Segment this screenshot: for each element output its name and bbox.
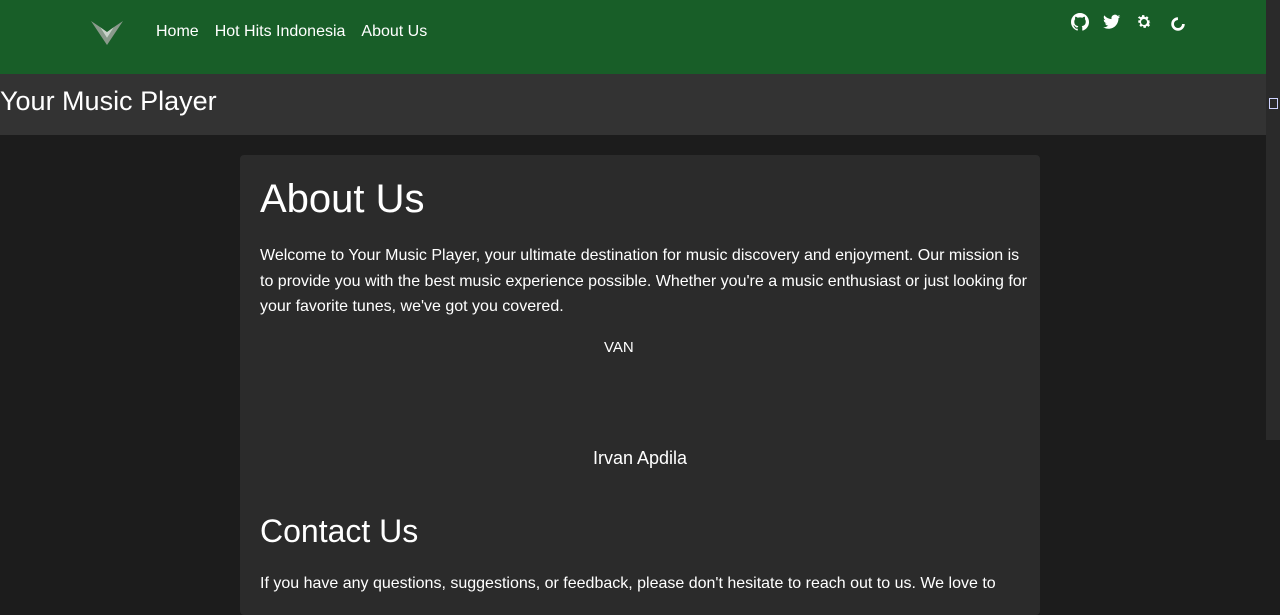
twitter-icon[interactable] xyxy=(1103,13,1121,31)
page-header: Your Music Player xyxy=(0,74,1266,135)
contact-heading: Contact Us xyxy=(260,513,419,549)
missing-glyph-icon xyxy=(1269,98,1278,109)
about-paragraph: Welcome to Your Music Player, your ultim… xyxy=(260,247,1027,315)
nav-link-home[interactable]: Home xyxy=(156,22,199,42)
contact-paragraph: If you have any questions, suggestions, … xyxy=(260,575,996,592)
github-icon[interactable] xyxy=(1071,13,1089,31)
nav-links: Home Hot Hits Indonesia About Us xyxy=(156,22,443,42)
nav-link-hot-hits-indonesia[interactable]: Hot Hits Indonesia xyxy=(215,22,346,42)
scrollbar[interactable] xyxy=(1266,0,1280,440)
spinner-icon[interactable] xyxy=(1169,15,1187,33)
v-logo-icon[interactable] xyxy=(90,18,124,46)
about-heading: About Us xyxy=(260,177,425,221)
member-name: Irvan Apdila xyxy=(592,448,688,468)
page-title: Your Music Player xyxy=(0,86,217,116)
navbar: Home Hot Hits Indonesia About Us xyxy=(0,0,1280,74)
nav-icons xyxy=(1071,11,1201,33)
about-card: About Us Welcome to Your Music Player, y… xyxy=(240,155,1040,615)
nav-link-about-us[interactable]: About Us xyxy=(361,22,427,42)
gear-icon[interactable] xyxy=(1135,13,1153,31)
member-logo: VAN xyxy=(604,339,634,356)
